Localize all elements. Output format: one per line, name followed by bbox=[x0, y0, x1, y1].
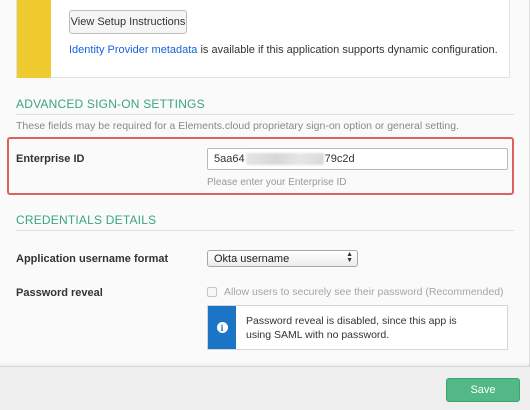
password-reveal-info-box: i Password reveal is disabled, since thi… bbox=[207, 305, 508, 350]
save-button[interactable]: Save bbox=[446, 378, 520, 402]
credentials-details-title: CREDENTIALS DETAILS bbox=[16, 213, 157, 227]
redacted-value bbox=[245, 153, 324, 165]
password-reveal-info-text: Password reveal is disabled, since this … bbox=[246, 315, 457, 341]
enterprise-id-value-suffix: 79c2d bbox=[324, 153, 355, 165]
identity-provider-metadata-link[interactable]: Identity Provider metadata bbox=[69, 44, 197, 56]
enterprise-id-value-prefix: 5aa64 bbox=[214, 153, 245, 165]
password-reveal-label: Password reveal bbox=[16, 287, 103, 299]
footer-bar: Save bbox=[0, 366, 530, 410]
username-format-select[interactable]: Okta username ▲ ▼ bbox=[207, 250, 358, 267]
metadata-line: Identity Provider metadata is available … bbox=[69, 44, 498, 56]
metadata-description: is available if this application support… bbox=[197, 44, 498, 56]
setup-box: View Setup Instructions Identity Provide… bbox=[16, 0, 510, 78]
enterprise-id-label: Enterprise ID bbox=[16, 153, 85, 165]
section-divider bbox=[16, 230, 514, 231]
advanced-signon-title: ADVANCED SIGN-ON SETTINGS bbox=[16, 97, 205, 111]
username-format-label: Application username format bbox=[16, 253, 169, 265]
enterprise-id-hint: Please enter your Enterprise ID bbox=[207, 177, 347, 188]
info-stripe: i bbox=[208, 306, 236, 349]
setup-accent-stripe bbox=[17, 0, 51, 78]
advanced-signon-description: These fields may be required for a Eleme… bbox=[16, 120, 459, 132]
info-icon: i bbox=[216, 322, 228, 333]
username-format-selected: Okta username bbox=[214, 252, 290, 265]
enterprise-id-input[interactable]: 5aa64 79c2d bbox=[207, 148, 508, 170]
password-reveal-option: Allow users to securely see their passwo… bbox=[207, 286, 504, 298]
password-reveal-checkbox[interactable] bbox=[207, 287, 217, 297]
section-divider bbox=[16, 114, 514, 115]
app-settings-page: View Setup Instructions Identity Provide… bbox=[0, 0, 530, 410]
password-reveal-checkbox-label: Allow users to securely see their passwo… bbox=[224, 286, 504, 298]
up-down-arrows-icon: ▲ ▼ bbox=[346, 251, 353, 264]
view-setup-instructions-button[interactable]: View Setup Instructions bbox=[69, 10, 187, 34]
